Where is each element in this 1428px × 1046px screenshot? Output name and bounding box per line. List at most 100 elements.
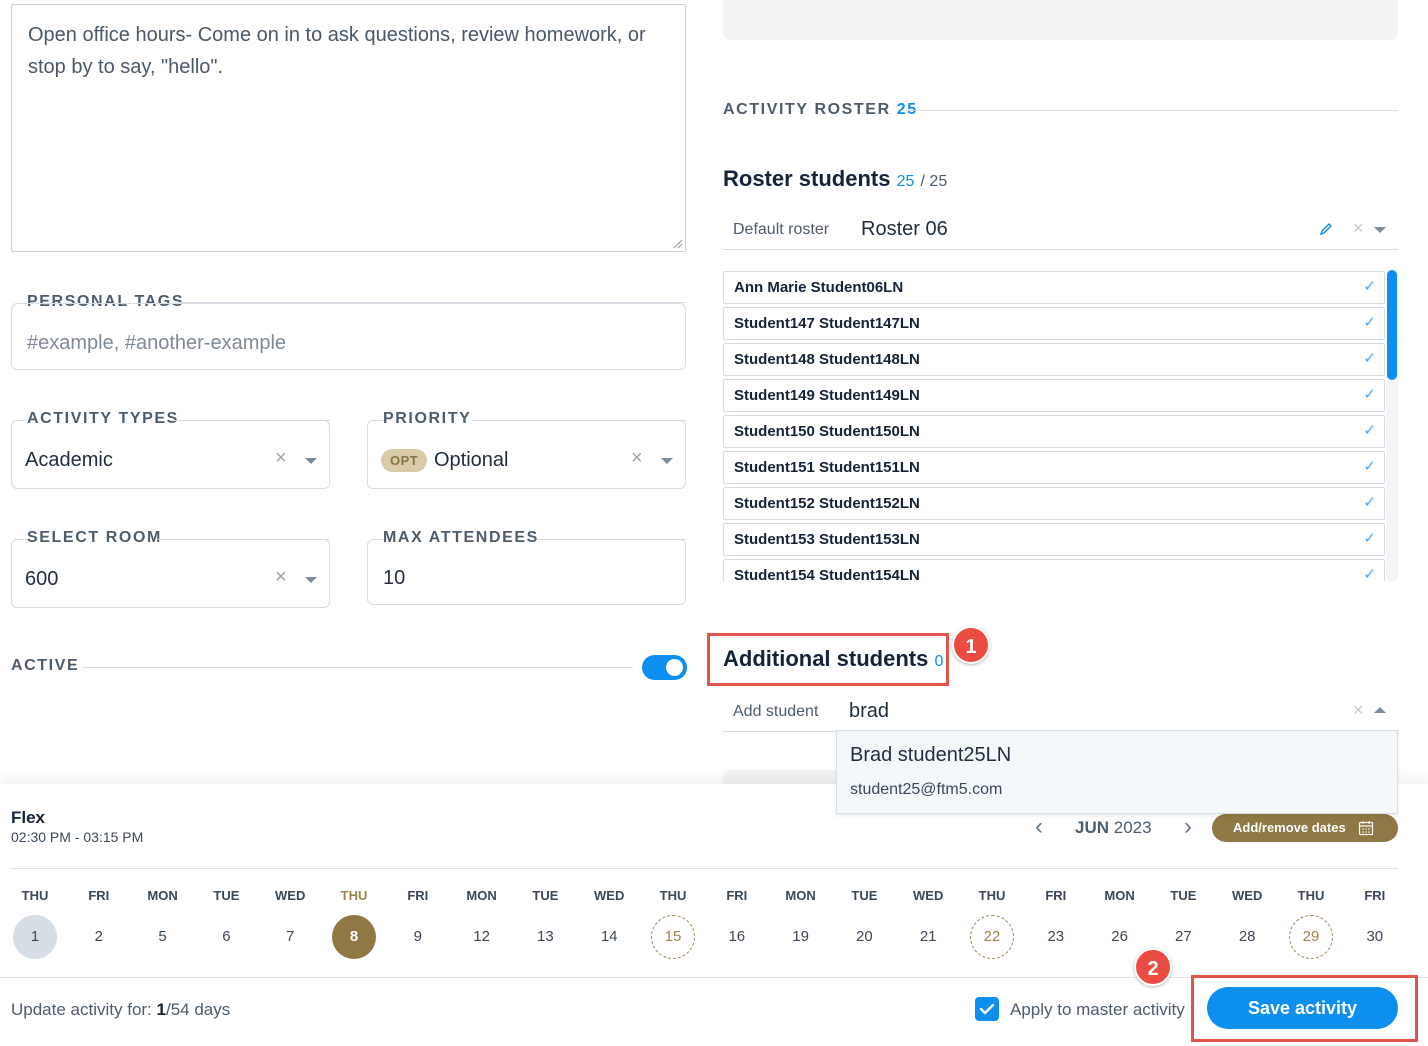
- date-cell[interactable]: TUE 6: [201, 888, 251, 959]
- student-name: Student153 Student153LN: [734, 531, 920, 548]
- clear-icon[interactable]: ×: [275, 566, 287, 589]
- divider: [472, 420, 686, 421]
- date-cell[interactable]: WED 7: [265, 888, 315, 959]
- date-cell[interactable]: TUE 13: [520, 888, 570, 959]
- update-current: 1: [156, 1000, 166, 1019]
- toggle-knob: [666, 659, 683, 676]
- year-value: 2023: [1113, 818, 1152, 837]
- day-number: 13: [537, 928, 554, 945]
- add-student-combobox[interactable]: Add student brad ×: [723, 692, 1398, 732]
- max-attendees-label: MAX ATTENDEES: [383, 529, 549, 547]
- additional-students-count: 0: [934, 653, 944, 670]
- priority-badge: OPT: [381, 449, 428, 472]
- student-name: Student152 Student152LN: [734, 495, 920, 512]
- date-cell[interactable]: FRI 30: [1350, 888, 1400, 959]
- day-name: TUE: [851, 888, 878, 903]
- save-activity-button[interactable]: Save activity: [1207, 987, 1398, 1029]
- description-textarea[interactable]: Open office hours- Come on in to ask que…: [11, 4, 686, 252]
- date-cell[interactable]: TUE 27: [1158, 888, 1208, 959]
- roster-scrollbar-thumb[interactable]: [1387, 270, 1397, 380]
- chevron-down-icon[interactable]: [661, 458, 673, 464]
- calendar-icon: [1358, 821, 1374, 836]
- priority-label: PRIORITY: [383, 410, 482, 428]
- description-text: Open office hours- Come on in to ask que…: [28, 24, 646, 78]
- activity-types-select[interactable]: Academic ×: [11, 420, 330, 489]
- roster-row[interactable]: Student152 Student152LN ✓: [723, 487, 1385, 520]
- day-number: 6: [222, 928, 231, 945]
- date-cell[interactable]: WED 28: [1222, 888, 1272, 959]
- search-result-option[interactable]: Brad student25LN student25@ftm5.com: [837, 731, 1397, 813]
- roster-row[interactable]: Student153 Student153LN ✓: [723, 523, 1385, 556]
- priority-select[interactable]: OPT Optional ×: [367, 420, 686, 489]
- date-cell[interactable]: THU 22: [967, 888, 1017, 959]
- clear-icon[interactable]: ×: [1353, 218, 1364, 239]
- chevron-down-icon[interactable]: [1374, 227, 1386, 233]
- resize-grip-icon[interactable]: [673, 239, 683, 249]
- max-attendees-input[interactable]: 10: [367, 539, 686, 605]
- annotation-badge-1: 1: [952, 626, 990, 664]
- additional-students-text: Additional students: [723, 646, 929, 671]
- max-attendees-value: 10: [383, 567, 406, 589]
- roster-row[interactable]: Student148 Student148LN ✓: [723, 343, 1385, 376]
- student-name: Student151 Student151LN: [734, 459, 920, 476]
- roster-students-count: 25: [896, 173, 915, 190]
- update-prefix: Update activity for:: [11, 1000, 157, 1019]
- date-cell[interactable]: FRI 2: [74, 888, 124, 959]
- date-cell[interactable]: MON 12: [457, 888, 507, 959]
- date-cell[interactable]: THU 15: [648, 888, 698, 959]
- clear-icon[interactable]: ×: [275, 447, 287, 470]
- active-toggle[interactable]: [642, 655, 687, 680]
- date-cell[interactable]: THU 8: [329, 888, 379, 959]
- chevron-down-icon[interactable]: [305, 458, 317, 464]
- personal-tags-input[interactable]: #example, #another-example: [11, 303, 686, 370]
- active-label: ACTIVE: [11, 657, 90, 675]
- date-cell[interactable]: THU 29: [1286, 888, 1336, 959]
- add-student-input[interactable]: brad: [849, 700, 889, 723]
- day-name: WED: [1232, 888, 1263, 903]
- day-number: 2: [94, 928, 103, 945]
- roster-row[interactable]: Student151 Student151LN ✓: [723, 451, 1385, 484]
- day-name: MON: [1104, 888, 1135, 903]
- day-name: FRI: [407, 888, 429, 903]
- date-strip: THU 1 FRI 2 MON 5 TUE 6 WED 7 THU 8 FRI 9 MON 12 TUE 13 WE…: [0, 888, 1428, 968]
- clear-icon[interactable]: ×: [1353, 700, 1364, 721]
- clear-icon[interactable]: ×: [631, 447, 643, 470]
- day-number: 28: [1238, 928, 1256, 945]
- day-number: 16: [728, 928, 746, 945]
- day-number: 27: [1175, 928, 1192, 945]
- roster-row[interactable]: Student149 Student149LN ✓: [723, 379, 1385, 412]
- chevron-down-icon[interactable]: [305, 577, 317, 583]
- day-number: 14: [600, 928, 618, 945]
- roster-row[interactable]: Student154 Student154LN ✓: [723, 559, 1385, 582]
- date-cell[interactable]: TUE 20: [839, 888, 889, 959]
- add-remove-dates-button[interactable]: Add/remove dates: [1212, 814, 1398, 842]
- chevron-left-icon[interactable]: ‹: [1035, 813, 1043, 841]
- pencil-icon[interactable]: [1319, 222, 1333, 236]
- apply-master-checkbox[interactable]: [975, 997, 999, 1021]
- student-name: Ann Marie Student06LN: [734, 279, 904, 296]
- day-number: 5: [158, 928, 167, 945]
- date-cell[interactable]: FRI 9: [393, 888, 443, 959]
- date-cell[interactable]: MON 5: [138, 888, 188, 959]
- roster-row[interactable]: Student150 Student150LN ✓: [723, 415, 1385, 448]
- date-cell[interactable]: WED 21: [903, 888, 953, 959]
- divider: [158, 539, 330, 540]
- default-roster-select[interactable]: Default roster Roster 06 ×: [723, 210, 1398, 250]
- roster-row[interactable]: Student147 Student147LN ✓: [723, 307, 1385, 340]
- select-room-select[interactable]: 600 ×: [11, 539, 330, 608]
- date-cell[interactable]: FRI 23: [1031, 888, 1081, 959]
- date-cell[interactable]: MON 19: [776, 888, 826, 959]
- date-cell[interactable]: FRI 16: [712, 888, 762, 959]
- roster-row[interactable]: Ann Marie Student06LN ✓: [723, 271, 1385, 304]
- date-cell[interactable]: WED 14: [584, 888, 634, 959]
- check-icon: ✓: [1363, 278, 1376, 295]
- chevron-right-icon[interactable]: ›: [1184, 813, 1192, 841]
- check-icon: ✓: [1363, 530, 1376, 547]
- date-cell[interactable]: THU 1: [10, 888, 60, 959]
- activity-roster-text: ACTIVITY ROSTER: [723, 101, 891, 118]
- chevron-up-icon[interactable]: [1374, 707, 1386, 713]
- day-name: WED: [913, 888, 944, 903]
- date-cell[interactable]: MON 26: [1095, 888, 1145, 959]
- day-name: THU: [21, 888, 49, 903]
- day-name: TUE: [1170, 888, 1197, 903]
